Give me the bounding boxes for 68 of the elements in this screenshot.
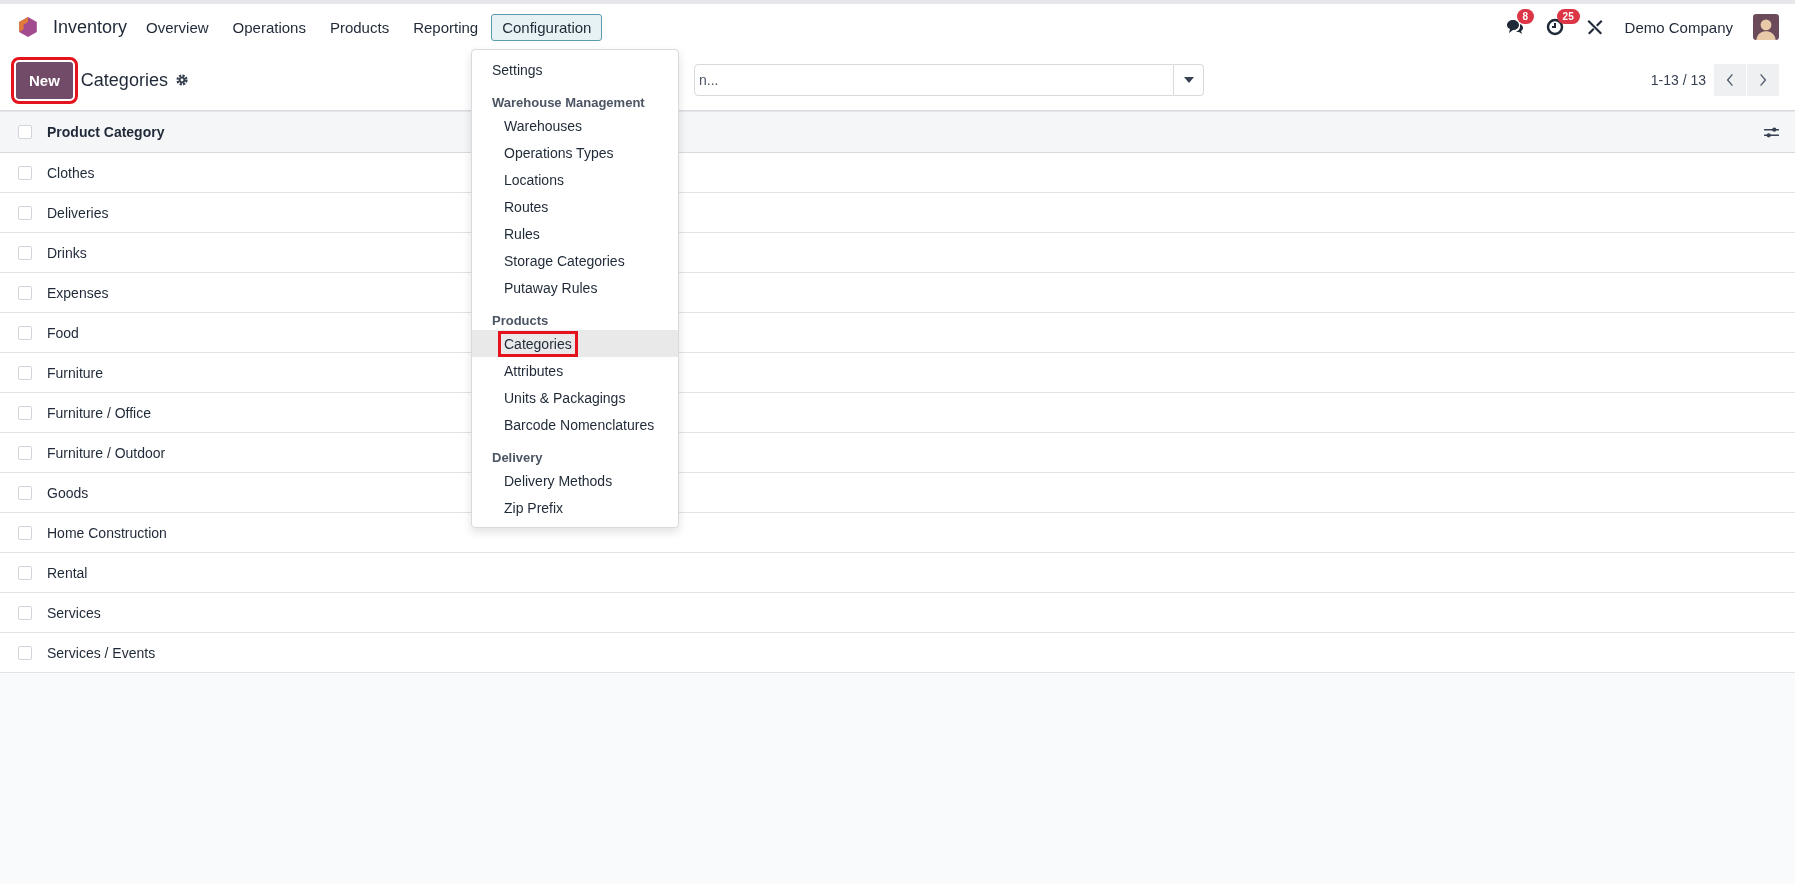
table-cell[interactable]: Goods — [47, 484, 89, 501]
chevron-left-icon — [1726, 73, 1734, 87]
user-avatar[interactable] — [1753, 14, 1779, 40]
gear-icon[interactable] — [174, 73, 189, 87]
activity-count-badge: 25 — [1556, 9, 1580, 24]
table-cell[interactable]: Expenses — [47, 284, 109, 301]
menu-item[interactable]: Warehouses — [501, 115, 586, 136]
row-checkbox[interactable] — [18, 605, 32, 620]
chat-icon[interactable] — [1504, 17, 1525, 37]
row-checkbox[interactable] — [18, 365, 32, 380]
menu-item[interactable]: Attributes — [501, 360, 567, 381]
menu-item[interactable]: Categories — [501, 333, 575, 354]
table-cell[interactable]: Rental — [47, 564, 88, 581]
menu-tab[interactable]: Operations — [221, 13, 317, 41]
menu-item[interactable]: Routes — [501, 196, 552, 217]
column-header[interactable]: Product Category — [47, 124, 165, 140]
menu-section-header: Warehouse Management — [491, 94, 646, 112]
table-cell[interactable]: Food — [47, 324, 79, 341]
row-checkbox[interactable] — [18, 205, 32, 220]
menu-item[interactable]: Barcode Nomenclatures — [501, 414, 658, 435]
row-checkbox[interactable] — [18, 485, 32, 500]
menu-item[interactable]: Units & Packagings — [501, 387, 629, 408]
row-checkbox[interactable] — [18, 525, 32, 540]
search-field[interactable]: n... — [694, 64, 1174, 96]
table-cell[interactable]: Furniture / Office — [47, 404, 151, 421]
row-checkbox[interactable] — [18, 285, 32, 300]
page-title: Categories — [80, 69, 168, 91]
chevron-right-icon — [1759, 73, 1767, 87]
row-checkbox[interactable] — [18, 565, 32, 580]
company-name[interactable]: Demo Company — [1624, 18, 1733, 36]
menu-tab[interactable]: Overview — [135, 13, 220, 41]
menu-section-header: Delivery — [491, 449, 544, 467]
app-name[interactable]: Inventory — [53, 16, 128, 38]
table-cell[interactable]: Home Construction — [47, 524, 167, 541]
table-cell[interactable]: Drinks — [47, 244, 87, 261]
row-checkbox[interactable] — [18, 445, 32, 460]
menu-section-header: Products — [491, 312, 550, 330]
menu-tab[interactable]: Products — [318, 13, 401, 41]
table-cell[interactable]: Furniture — [47, 364, 104, 381]
menu-tab[interactable]: Configuration — [491, 13, 603, 41]
menu-item[interactable]: Locations — [501, 169, 567, 190]
row-checkbox[interactable] — [18, 645, 32, 660]
caret-icon[interactable] — [1183, 77, 1194, 83]
table-cell[interactable]: Services / Events — [47, 644, 156, 661]
menu-item[interactable]: Putaway Rules — [501, 277, 601, 298]
table-cell[interactable]: Clothes — [47, 164, 95, 181]
menu-item[interactable]: Rules — [501, 223, 543, 244]
menu-item[interactable]: Storage Categories — [501, 250, 628, 271]
table-cell[interactable]: Deliveries — [47, 204, 109, 221]
next-button[interactable] — [1747, 64, 1779, 96]
table-cell[interactable]: Services — [47, 604, 101, 621]
menu-tab[interactable]: Reporting — [402, 13, 490, 41]
select-all-checkbox[interactable] — [18, 125, 32, 139]
app-logo-icon[interactable] — [17, 16, 39, 38]
menu-item[interactable]: Settings — [489, 59, 546, 80]
previous-button[interactable] — [1714, 64, 1746, 96]
pager-text: 1-13 / 13 — [1650, 72, 1706, 88]
row-checkbox[interactable] — [18, 165, 32, 180]
table-cell[interactable]: Furniture / Outdoor — [47, 444, 166, 461]
message-count-badge: 8 — [1516, 9, 1535, 24]
column-settings-icon[interactable] — [1764, 125, 1779, 139]
menu-item[interactable]: Delivery Methods — [501, 470, 616, 491]
menu-item[interactable]: Operations Types — [501, 142, 617, 163]
menu-item[interactable]: Zip Prefix — [501, 497, 567, 518]
row-checkbox[interactable] — [18, 245, 32, 260]
row-checkbox[interactable] — [18, 405, 32, 420]
row-checkbox[interactable] — [18, 325, 32, 340]
search-options-toggle[interactable] — [1174, 64, 1204, 96]
